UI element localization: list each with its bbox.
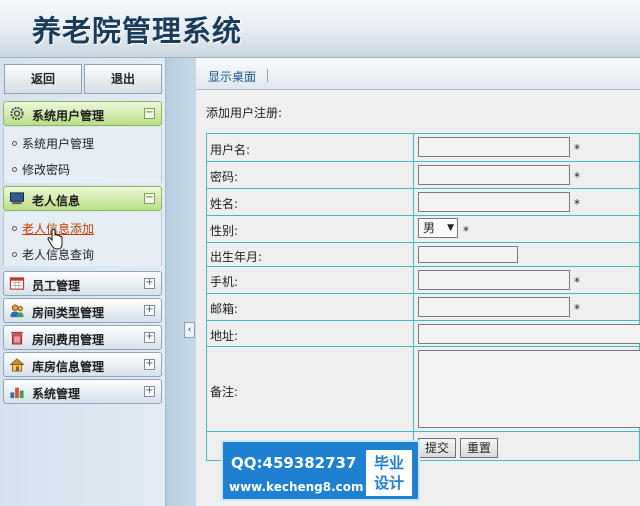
menu-staff[interactable]: 员工管理 + bbox=[3, 271, 162, 296]
gear-icon bbox=[10, 106, 24, 121]
phone-input[interactable] bbox=[418, 270, 570, 290]
password-input[interactable] bbox=[418, 165, 570, 185]
menu-label: 系统用户管理 bbox=[32, 109, 105, 123]
form-row-birth: 出生年月: bbox=[207, 242, 640, 267]
required-mark: * bbox=[574, 142, 580, 156]
email-input[interactable] bbox=[418, 297, 570, 317]
menu-label: 系统管理 bbox=[32, 387, 81, 401]
name-label: 姓名: bbox=[210, 197, 239, 211]
form-row-password: 密码: * bbox=[207, 161, 640, 189]
submenu-elder-info: 老人信息添加 老人信息查询 bbox=[3, 212, 162, 266]
main-content: 显示桌面 添加用户注册: 用户名: * 密码: * 姓名: * 性别: 男 ▼ … bbox=[196, 58, 640, 506]
collapse-toggle[interactable]: − bbox=[144, 108, 155, 119]
expand-toggle[interactable]: + bbox=[144, 359, 155, 370]
monitor-icon bbox=[9, 192, 25, 205]
submenu-system-users: 系统用户管理 修改密码 bbox=[3, 127, 162, 183]
submit-button[interactable]: 提交 bbox=[418, 438, 456, 458]
app-header: 养老院管理系统 bbox=[0, 0, 640, 58]
menu-room-fees[interactable]: 房间费用管理 + bbox=[3, 325, 162, 350]
menu-label: 库房信息管理 bbox=[32, 360, 105, 374]
menu-label: 房间费用管理 bbox=[32, 333, 105, 347]
exit-button[interactable]: 退出 bbox=[84, 64, 162, 94]
expand-toggle[interactable]: + bbox=[144, 386, 155, 397]
collapse-sidebar-button[interactable]: ‹ bbox=[184, 322, 195, 338]
dropdown-arrow-icon: ▼ bbox=[447, 223, 454, 233]
expand-toggle[interactable]: + bbox=[144, 278, 155, 289]
password-label: 密码: bbox=[210, 170, 239, 184]
registration-form: 用户名: * 密码: * 姓名: * 性别: 男 ▼ * 出生年月: 手机: *… bbox=[206, 133, 640, 462]
gender-label: 性别: bbox=[210, 224, 239, 238]
form-row-email: 邮箱: * bbox=[207, 293, 640, 321]
calendar-icon bbox=[9, 277, 25, 290]
house-icon bbox=[9, 358, 25, 372]
page-title: 添加用户注册: bbox=[206, 106, 283, 120]
name-input[interactable] bbox=[418, 192, 570, 212]
watermark-url: www.kecheng8.com bbox=[229, 480, 364, 494]
watermark-banner: QQ:459382737 www.kecheng8.com 毕业 设计 bbox=[221, 440, 420, 501]
people-icon bbox=[10, 304, 24, 318]
required-mark: * bbox=[574, 275, 580, 289]
address-label: 地址: bbox=[210, 329, 239, 343]
username-label: 用户名: bbox=[210, 143, 251, 157]
menu-system-admin[interactable]: 系统管理 + bbox=[3, 379, 162, 404]
expand-toggle[interactable]: + bbox=[144, 332, 155, 343]
app-title: 养老院管理系统 bbox=[32, 14, 243, 48]
form-row-gender: 性别: 男 ▼ * bbox=[207, 215, 640, 243]
address-input[interactable] bbox=[418, 324, 640, 344]
username-input[interactable] bbox=[418, 137, 570, 157]
submenu-item-change-password[interactable]: 修改密码 bbox=[12, 161, 70, 178]
submenu-item-system-users[interactable]: 系统用户管理 bbox=[12, 135, 94, 152]
tab-divider bbox=[267, 69, 268, 82]
gender-select[interactable]: 男 ▼ bbox=[418, 218, 458, 238]
menu-label: 老人信息 bbox=[32, 194, 81, 208]
hand-pointer-icon bbox=[47, 228, 63, 250]
birth-label: 出生年月: bbox=[210, 250, 263, 264]
form-row-name: 姓名: * bbox=[207, 188, 640, 216]
required-mark: * bbox=[463, 224, 469, 238]
required-mark: * bbox=[574, 170, 580, 184]
menu-system-users[interactable]: 系统用户管理 − bbox=[3, 101, 162, 126]
collapse-toggle[interactable]: − bbox=[144, 193, 155, 204]
tab-bar: 显示桌面 bbox=[196, 58, 640, 90]
watermark-qq: QQ:459382737 bbox=[231, 454, 357, 472]
required-mark: * bbox=[574, 197, 580, 211]
birth-date-input[interactable] bbox=[418, 246, 518, 263]
form-row-username: 用户名: * bbox=[207, 134, 640, 161]
form-row-notes: 备注: bbox=[207, 346, 640, 432]
chart-icon bbox=[10, 387, 24, 399]
notes-label: 备注: bbox=[210, 385, 239, 399]
back-button[interactable]: 返回 bbox=[4, 64, 82, 94]
sidebar: 返回 退出 系统用户管理 − 系统用户管理 修改密码 老人信息 − 老人信息添加… bbox=[0, 58, 166, 506]
menu-warehouse[interactable]: 库房信息管理 + bbox=[3, 352, 162, 377]
menu-room-types[interactable]: 房间类型管理 + bbox=[3, 298, 162, 323]
menu-elder-info[interactable]: 老人信息 − bbox=[3, 186, 162, 211]
expand-toggle[interactable]: + bbox=[144, 305, 155, 316]
menu-label: 房间类型管理 bbox=[32, 306, 105, 320]
form-row-phone: 手机: * bbox=[207, 266, 640, 294]
trash-icon bbox=[11, 331, 23, 345]
watermark-badge: 毕业 设计 bbox=[366, 450, 412, 496]
form-row-address: 地址: bbox=[207, 320, 640, 347]
required-mark: * bbox=[574, 302, 580, 316]
tab-show-desktop[interactable]: 显示桌面 bbox=[208, 68, 256, 85]
reset-button[interactable]: 重置 bbox=[460, 438, 498, 458]
menu-label: 员工管理 bbox=[32, 279, 81, 293]
sidebar-splitter: ‹ bbox=[166, 58, 196, 506]
email-label: 邮箱: bbox=[210, 302, 239, 316]
notes-textarea[interactable] bbox=[418, 350, 640, 428]
phone-label: 手机: bbox=[210, 275, 239, 289]
